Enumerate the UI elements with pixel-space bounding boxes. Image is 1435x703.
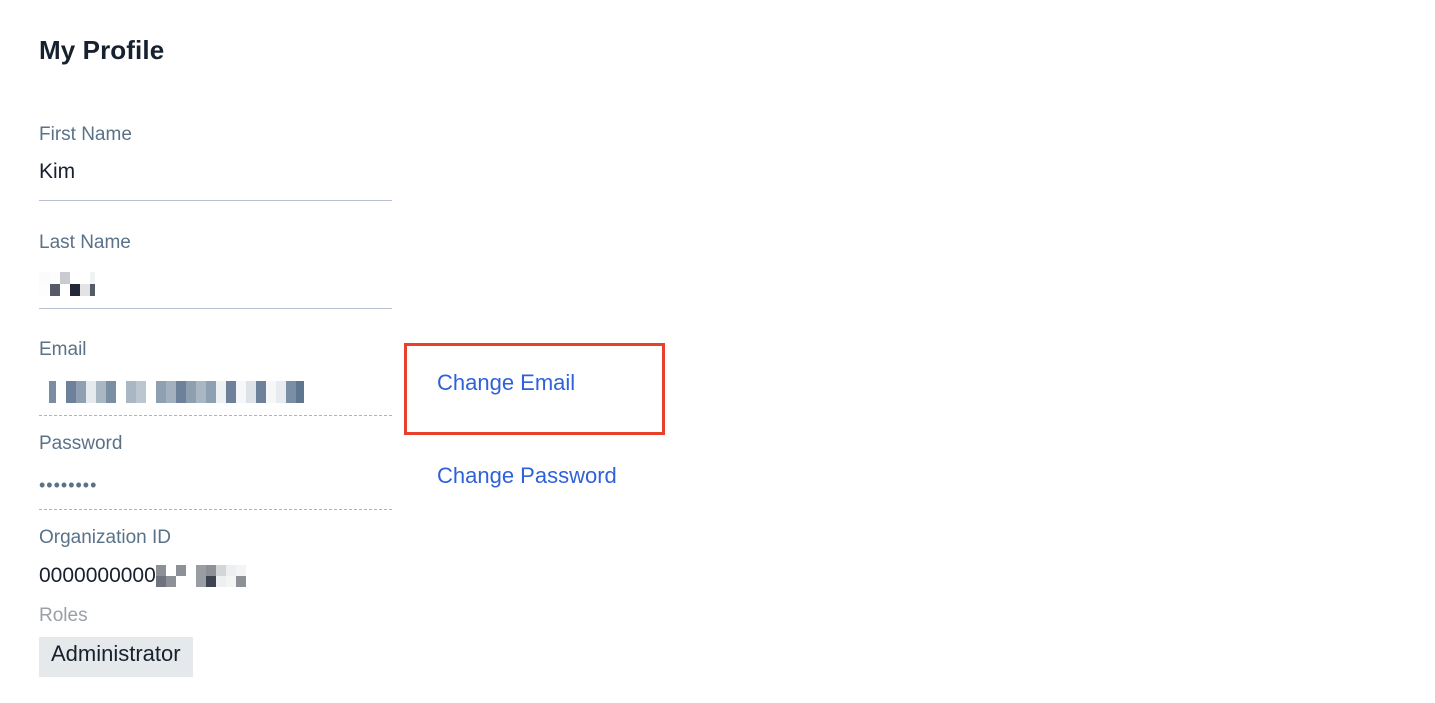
role-chip-administrator: Administrator [39,637,193,677]
page-title: My Profile [39,35,165,66]
password-field: Password •••••••• [39,433,392,510]
email-field: Email [39,339,392,416]
organization-id-prefix: 0000000000 [39,564,156,587]
organization-id-label: Organization ID [39,527,172,548]
email-value [39,381,392,407]
change-password-link[interactable]: Change Password [437,463,617,489]
first-name-label: First Name [39,124,132,145]
organization-id-redacted [155,565,246,587]
last-name-label: Last Name [39,232,131,253]
roles-label: Roles [39,605,88,626]
organization-id-field: Organization ID 0000000000 [39,527,392,589]
last-name-value [39,272,392,298]
first-name-value: Kim [39,160,76,183]
organization-id-value: 0000000000 [39,563,246,589]
email-label: Email [39,339,87,360]
first-name-field: First Name Kim [39,124,392,201]
roles-field: Roles Administrator [39,605,392,677]
change-email-link[interactable]: Change Email [437,370,575,396]
password-value: •••••••• [39,475,98,495]
password-label: Password [39,433,123,454]
email-redacted [39,381,304,403]
last-name-field: Last Name [39,232,392,309]
last-name-redacted [39,272,95,296]
